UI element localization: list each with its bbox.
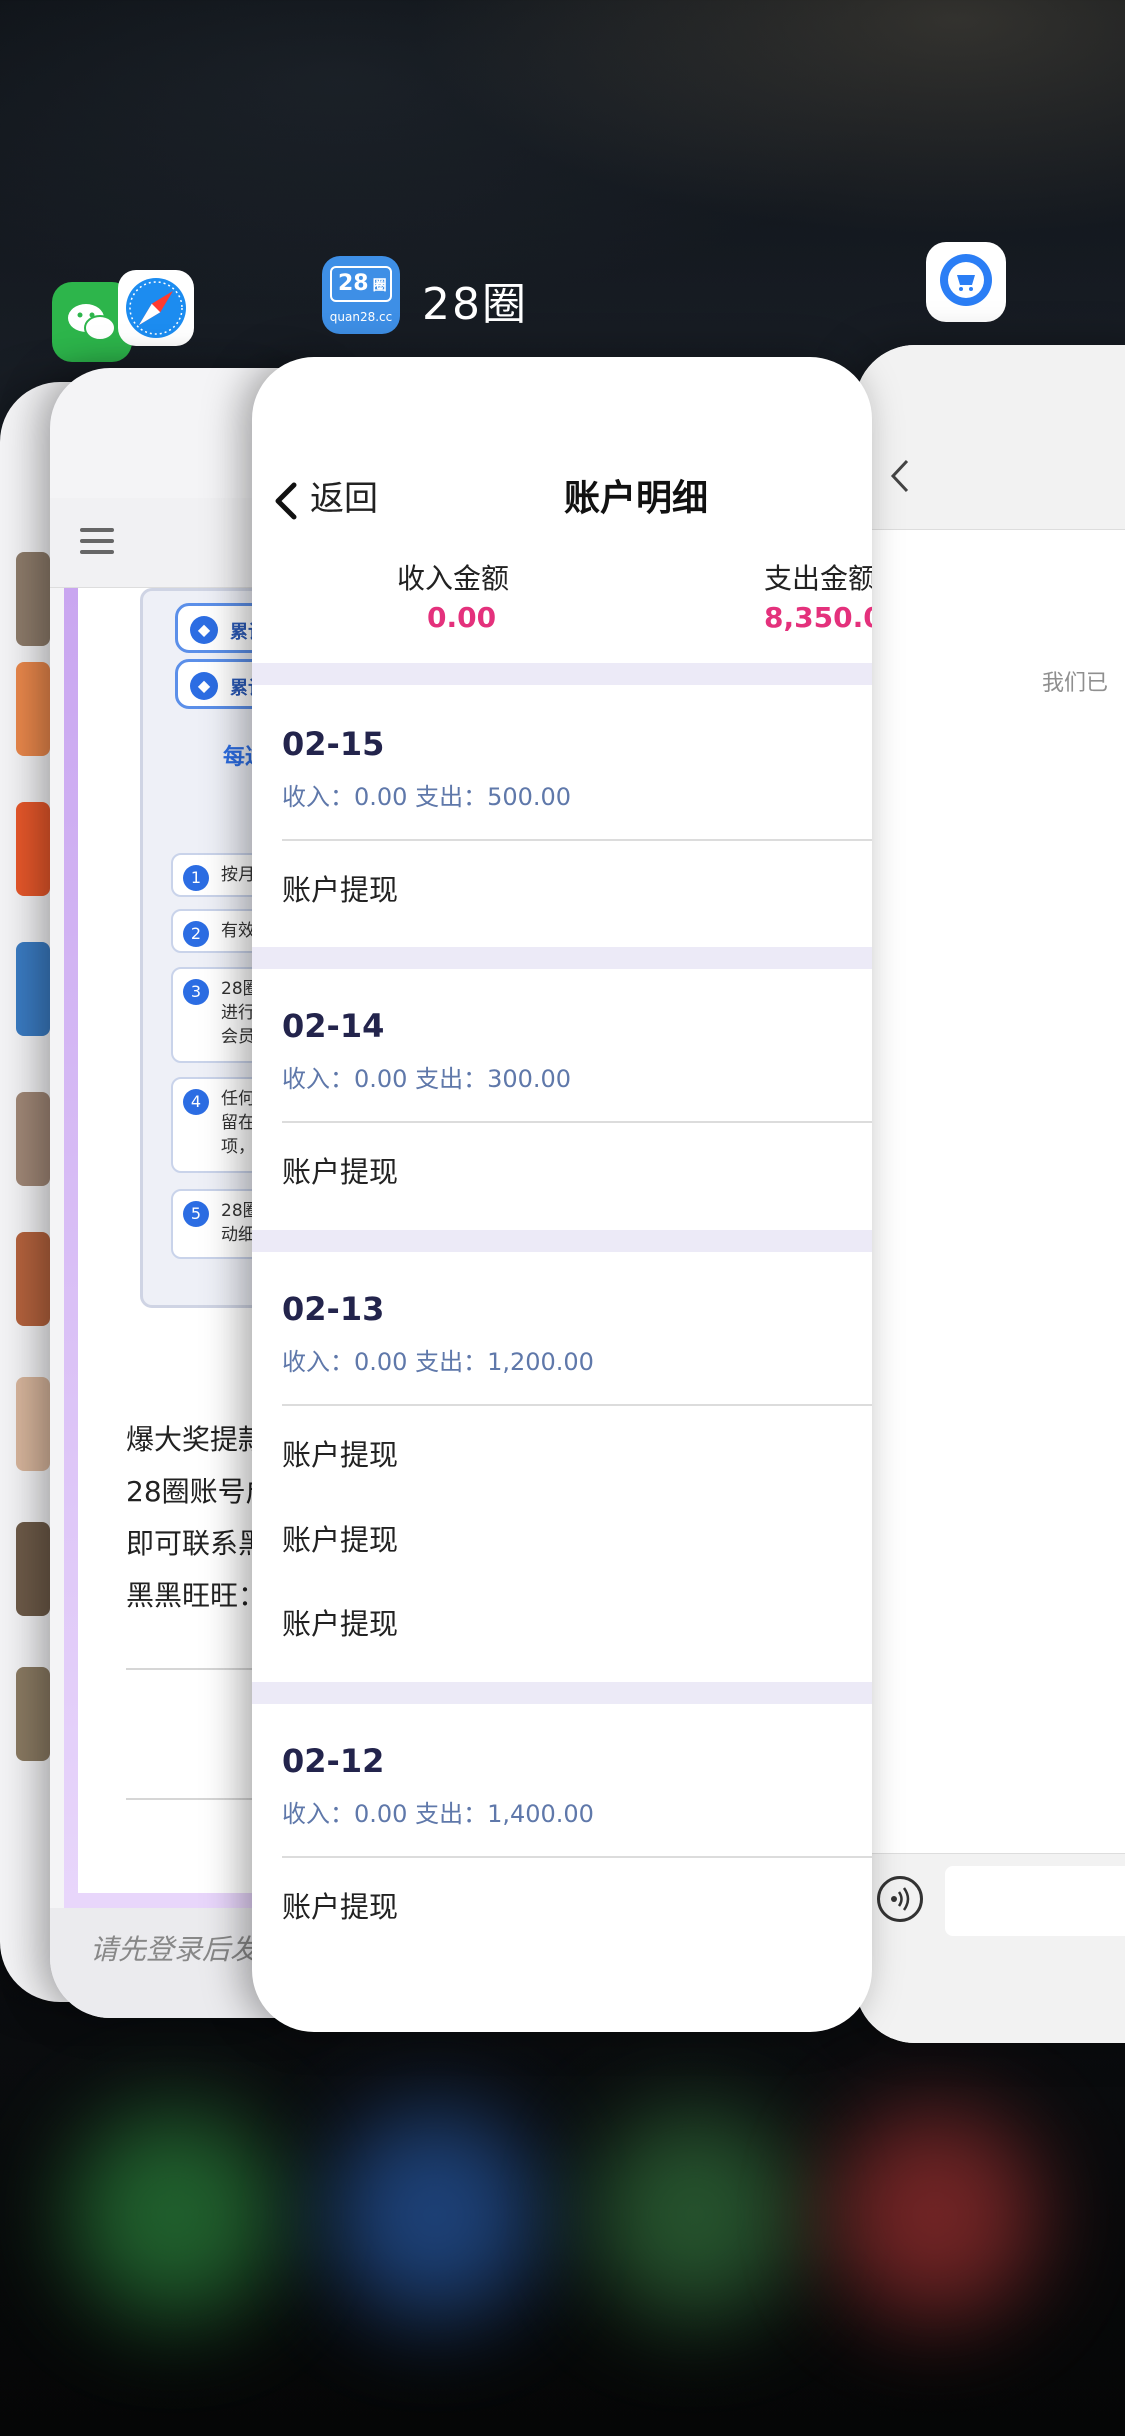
back-button[interactable]: 返回 — [310, 471, 378, 520]
section-separator — [252, 947, 872, 969]
summary: 收入金额 0.00 支出金额 8,350.00 — [252, 557, 872, 667]
list-item[interactable]: 账户提现 — [282, 1517, 398, 1559]
thumbnail — [16, 662, 50, 756]
divider — [282, 839, 872, 841]
divider — [282, 1121, 872, 1123]
section-separator — [252, 1230, 872, 1252]
thumbnail — [16, 1377, 50, 1471]
divider — [282, 1404, 872, 1406]
back-chevron-icon[interactable] — [885, 455, 915, 497]
gift-icon: ◆ — [190, 616, 218, 644]
page-title: 账户明细 — [564, 478, 709, 519]
safari-icon[interactable] — [118, 270, 194, 346]
dock-blur — [0, 2080, 1125, 2340]
day-summary: 收入：0.00 支出：500.00 — [282, 783, 572, 811]
web-text-line: 爆大奖提款 — [126, 1423, 267, 1456]
income-label: 收入金额 — [397, 562, 510, 595]
app-card-chat[interactable]: 我们已 — [855, 345, 1125, 2043]
nav-bar: 返回 账户明细 — [252, 457, 872, 547]
qq-icon[interactable] — [926, 242, 1006, 322]
day-summary: 收入：0.00 支出：1,400.00 — [282, 1800, 594, 1828]
income-value: 0.00 — [427, 601, 497, 634]
gift-icon: ◆ — [190, 672, 218, 700]
thumbnail — [16, 552, 50, 646]
thumbnail — [16, 1232, 50, 1326]
thumbnail — [16, 1522, 50, 1616]
day-date: 02-14 — [282, 1007, 385, 1045]
web-text-line: 即可联系黑 — [126, 1527, 267, 1560]
list-item[interactable]: 账户提现 — [282, 1884, 398, 1926]
active-app-label: 28圈 — [422, 279, 528, 330]
chat-input-bar — [855, 1853, 1125, 2043]
thumbnail — [16, 942, 50, 1036]
section-separator — [252, 1682, 872, 1704]
day-summary: 收入：0.00 支出：1,200.00 — [282, 1348, 594, 1376]
chat-input[interactable] — [945, 1866, 1125, 1936]
day-summary: 收入：0.00 支出：300.00 — [282, 1065, 572, 1093]
app-28quan-icon[interactable]: 28 圈 quan28.cc — [322, 256, 400, 334]
web-text-line: 黑黑旺旺： — [126, 1579, 267, 1612]
voice-icon[interactable] — [877, 1876, 923, 1922]
list-item[interactable]: 账户提现 — [282, 1432, 398, 1474]
thumbnail — [16, 802, 50, 896]
app-28quan-domain: quan28.cc — [329, 310, 393, 324]
day-date: 02-15 — [282, 725, 385, 763]
thumbnail — [16, 1667, 50, 1761]
section-separator — [252, 663, 872, 685]
day-date: 02-12 — [282, 1742, 385, 1780]
menu-icon[interactable] — [80, 528, 114, 554]
thumbnail — [16, 1092, 50, 1186]
app-card-account-detail[interactable]: 返回 账户明细 收入金额 0.00 支出金额 8,350.00 02-15 收入… — [252, 357, 872, 2032]
chat-header — [855, 345, 1125, 530]
back-chevron-icon[interactable] — [266, 473, 306, 529]
expense-value: 8,350.00 — [764, 601, 872, 634]
expense-label: 支出金额 — [764, 562, 872, 595]
list-item[interactable]: 账户提现 — [282, 1149, 398, 1191]
divider — [282, 1856, 872, 1858]
list-item[interactable]: 账户提现 — [282, 1601, 398, 1643]
day-date: 02-13 — [282, 1290, 385, 1328]
chat-notice-text: 我们已 — [1042, 671, 1109, 696]
list-item[interactable]: 账户提现 — [282, 867, 398, 909]
